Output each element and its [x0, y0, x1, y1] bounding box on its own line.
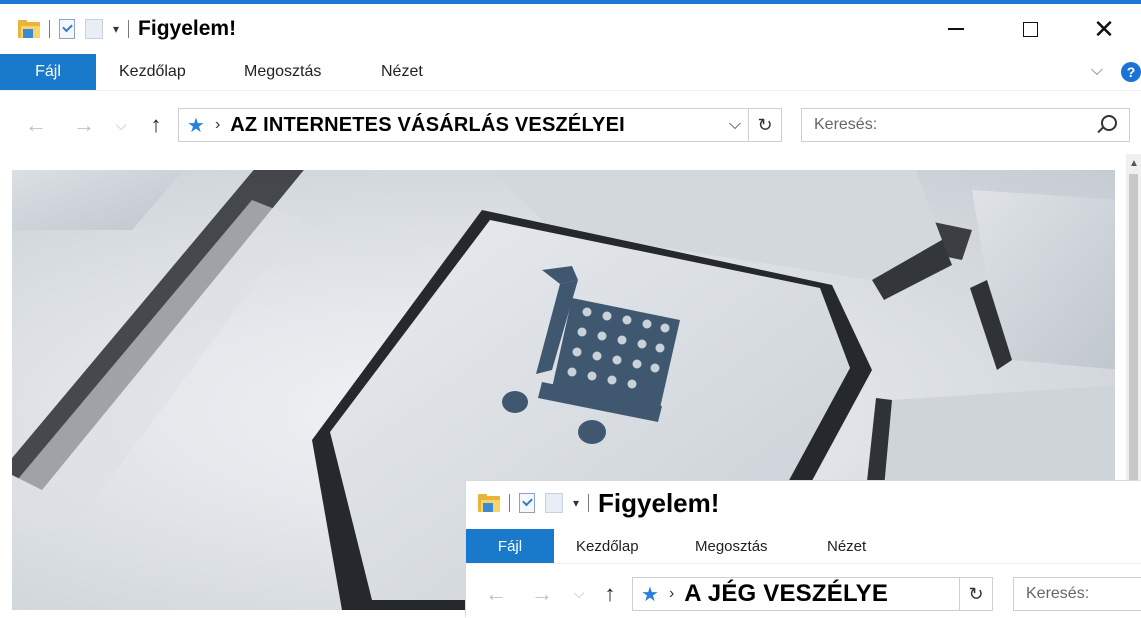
back-arrow-icon[interactable]: ← [480, 569, 512, 618]
quick-access-toolbar: ▾ Figyelem! [18, 4, 236, 54]
navigation-bar: ← → ⌵ ↑ ★ › AZ INTERNETES VÁSÁRLÁS VESZÉ… [0, 100, 1141, 150]
properties-icon[interactable] [519, 493, 535, 513]
navigation-bar: ← → ⌵ ↑ ★ › A JÉG VESZÉLYE ↻ [466, 569, 1141, 618]
breadcrumb-chevron-icon[interactable]: › [215, 116, 220, 134]
quick-access-star-icon: ★ [641, 583, 659, 606]
back-arrow-icon[interactable]: ← [20, 100, 52, 150]
recent-locations-chevron-icon[interactable]: ⌵ [110, 100, 132, 150]
explorer-window-secondary: ▾ Figyelem! Fájl Kezdőlap Megosztás Néze… [466, 481, 1141, 618]
properties-icon[interactable] [59, 19, 75, 39]
ribbon-tabs: Fájl Kezdőlap Megosztás Nézet ⌵ ? [0, 54, 1141, 91]
minimize-icon[interactable] [919, 4, 993, 54]
window-controls: ✕ [919, 4, 1141, 54]
up-arrow-icon[interactable]: ↑ [140, 100, 172, 150]
folder-icon[interactable] [478, 494, 500, 512]
title-bar[interactable]: ▾ Figyelem! [466, 481, 1141, 525]
help-icon[interactable]: ? [1121, 62, 1141, 82]
up-arrow-icon[interactable]: ↑ [594, 569, 626, 618]
title-bar[interactable]: ▾ Figyelem! ✕ [0, 4, 1141, 54]
quick-access-star-icon: ★ [187, 114, 205, 137]
refresh-icon[interactable]: ↻ [748, 109, 781, 141]
search-input[interactable] [1014, 584, 1139, 604]
folder-icon[interactable] [18, 20, 40, 38]
scroll-up-arrow-icon[interactable]: ▲ [1129, 158, 1139, 169]
recent-locations-chevron-icon[interactable]: ⌵ [570, 569, 588, 618]
tab-file[interactable]: Fájl [0, 54, 96, 90]
customize-toolbar-dropdown-icon[interactable]: ▾ [573, 496, 579, 510]
new-folder-icon[interactable] [545, 493, 563, 513]
address-bar[interactable]: ★ › AZ INTERNETES VÁSÁRLÁS VESZÉLYEI ⌵ ↻ [178, 108, 782, 142]
tab-home[interactable]: Kezdőlap [119, 54, 186, 90]
breadcrumb-chevron-icon[interactable]: › [669, 585, 674, 603]
search-box[interactable] [1013, 577, 1141, 611]
maximize-icon[interactable] [993, 4, 1067, 54]
tab-view[interactable]: Nézet [827, 529, 866, 563]
search-box[interactable] [801, 108, 1130, 142]
search-input[interactable] [802, 115, 1078, 135]
address-dropdown-icon[interactable]: ⌵ [729, 109, 741, 141]
toolbar-separator [588, 494, 590, 512]
toolbar-separator [509, 494, 510, 512]
toolbar-separator [128, 20, 130, 38]
tab-file[interactable]: Fájl [466, 529, 554, 563]
customize-toolbar-dropdown-icon[interactable]: ▾ [113, 22, 119, 36]
tab-share[interactable]: Megosztás [695, 529, 768, 563]
tab-view[interactable]: Nézet [381, 54, 423, 90]
tab-home[interactable]: Kezdőlap [576, 529, 639, 563]
tab-share[interactable]: Megosztás [244, 54, 321, 90]
address-path[interactable]: A JÉG VESZÉLYE [684, 580, 888, 608]
new-folder-icon[interactable] [85, 19, 103, 39]
toolbar-separator [49, 20, 50, 38]
address-path[interactable]: AZ INTERNETES VÁSÁRLÁS VESZÉLYEI [230, 114, 625, 137]
forward-arrow-icon[interactable]: → [526, 569, 558, 618]
refresh-icon[interactable]: ↻ [959, 578, 992, 610]
search-icon[interactable] [1101, 115, 1117, 131]
address-bar[interactable]: ★ › A JÉG VESZÉLYE ↻ [632, 577, 993, 611]
close-icon[interactable]: ✕ [1067, 4, 1141, 54]
expand-ribbon-chevron-icon[interactable]: ⌵ [1091, 62, 1103, 80]
quick-access-toolbar: ▾ Figyelem! [478, 481, 719, 525]
ribbon-tabs: Fájl Kezdőlap Megosztás Nézet [466, 529, 1141, 564]
window-title: Figyelem! [598, 487, 720, 518]
window-title: Figyelem! [138, 17, 237, 40]
forward-arrow-icon[interactable]: → [68, 100, 100, 150]
